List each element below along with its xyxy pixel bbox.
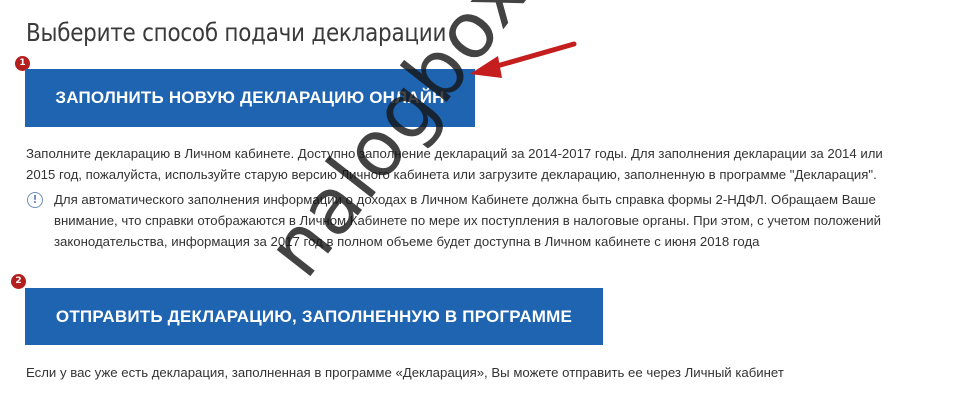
info-circle-icon: ! bbox=[27, 192, 43, 208]
option1-info-line1: Для автоматического заполнения информаци… bbox=[54, 192, 876, 207]
option1-description-line1: Заполните декларацию в Личном кабинете. … bbox=[26, 146, 883, 161]
page-title: Выберите способ подачи декларации bbox=[26, 18, 447, 47]
fill-new-declaration-online-button[interactable]: ЗАПОЛНИТЬ НОВУЮ ДЕКЛАРАЦИЮ ОНЛАЙН bbox=[25, 69, 475, 127]
fill-new-declaration-online-label: ЗАПОЛНИТЬ НОВУЮ ДЕКЛАРАЦИЮ ОНЛАЙН bbox=[55, 88, 445, 107]
option2-description: Если у вас уже есть декларация, заполнен… bbox=[26, 365, 784, 380]
send-program-declaration-button[interactable]: ОТПРАВИТЬ ДЕКЛАРАЦИЮ, ЗАПОЛНЕННУЮ В ПРОГ… bbox=[25, 288, 603, 345]
send-program-declaration-label: ОТПРАВИТЬ ДЕКЛАРАЦИЮ, ЗАПОЛНЕННУЮ В ПРОГ… bbox=[55, 306, 573, 326]
option1-info: Для автоматического заполнения информаци… bbox=[54, 189, 881, 252]
step-badge-2: 2 bbox=[11, 274, 26, 289]
option1-info-line2: внимание, что справки отображаются в Лич… bbox=[54, 213, 882, 228]
option1-description-line2: 2015 год, пожалуйста, используйте старую… bbox=[26, 167, 877, 182]
option1-info-line3: законодательства, информация за 2017 год… bbox=[54, 234, 760, 249]
option1-description: Заполните декларацию в Личном кабинете. … bbox=[26, 143, 883, 185]
